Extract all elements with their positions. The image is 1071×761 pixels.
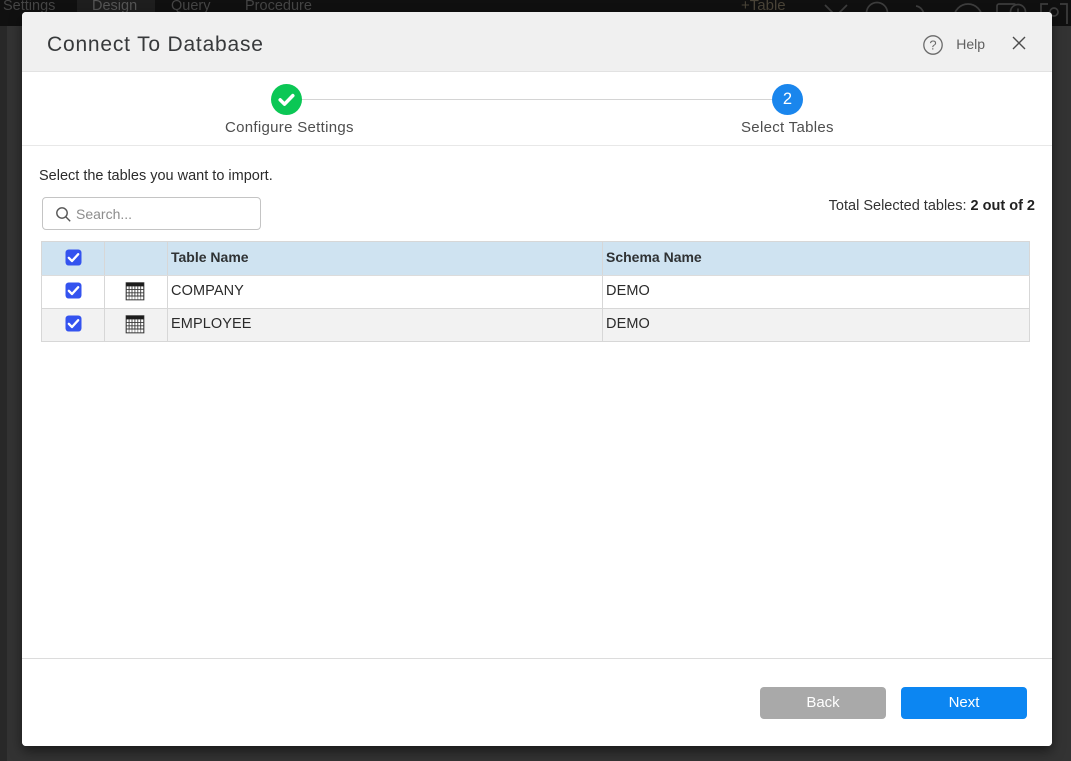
svg-text:?: ? [929,38,936,53]
